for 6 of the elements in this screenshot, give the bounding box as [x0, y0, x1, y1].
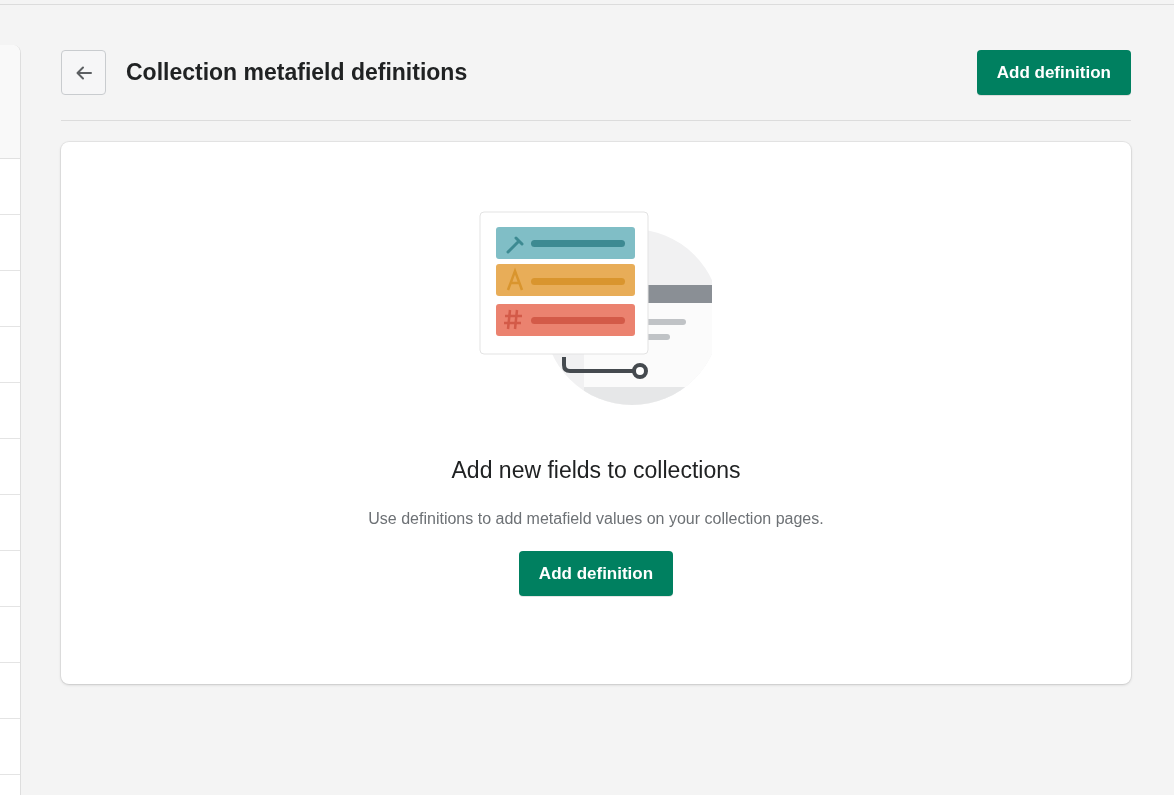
page-title: Collection metafield definitions	[126, 59, 469, 86]
add-definition-button[interactable]: Add definition	[518, 551, 674, 596]
empty-state-heading: Add new fields to collections	[451, 457, 741, 484]
add-definition-button[interactable]: Add definition	[976, 50, 1131, 95]
back-button[interactable]	[61, 50, 106, 95]
empty-state-description: Use definitions to add metafield values on your collection pages.	[368, 510, 824, 528]
